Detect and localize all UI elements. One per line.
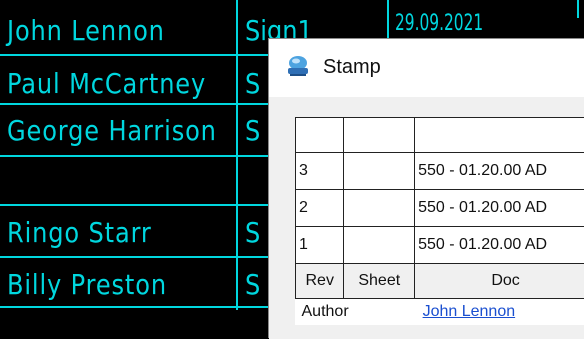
drawing-name-2: Paul McCartney (7, 67, 206, 101)
drawing-sign-2: S (245, 67, 260, 101)
drawing-name-5: Ringo Starr (7, 216, 152, 250)
author-label: Author (296, 299, 415, 326)
doc-header: Doc (415, 264, 584, 299)
doc-cell[interactable]: 550 - 01.20.00 AD (415, 227, 584, 264)
drawing-sign-5: S (245, 216, 260, 250)
rev-cell[interactable]: 3 (296, 153, 344, 190)
drawing-name-6: Billy Preston (7, 268, 167, 302)
doc-cell[interactable]: 550 - 01.20.00 AD (415, 153, 584, 190)
table-row[interactable]: 1 550 - 01.20.00 AD (296, 227, 584, 264)
author-link[interactable]: John Lennon (423, 303, 516, 320)
grid-line (0, 204, 280, 206)
sheet-header: Sheet (344, 264, 415, 299)
sheet-cell[interactable] (344, 153, 415, 190)
author-value[interactable]: John Lennon (415, 299, 584, 326)
drawing-date: 29.09.2021 (395, 9, 483, 39)
dialog-titlebar[interactable]: Stamp (269, 39, 584, 97)
table-row[interactable] (296, 118, 584, 153)
sheet-cell[interactable] (344, 118, 415, 153)
stamp-dialog[interactable]: Stamp 3 550 - 01.20.00 AD 2 550 - 01.20.… (268, 38, 584, 338)
grid-line (0, 256, 280, 258)
drawing-name-3: George Harrison (7, 114, 217, 148)
grid-line (236, 0, 238, 310)
grid-line (0, 103, 280, 105)
rev-header: Rev (296, 264, 344, 299)
grid-line (0, 155, 280, 157)
drawing-name-1: John Lennon (7, 14, 165, 48)
grid-line (0, 54, 280, 56)
drawing-sign-6: S (245, 268, 260, 302)
dialog-content: 3 550 - 01.20.00 AD 2 550 - 01.20.00 AD … (269, 97, 584, 339)
dialog-title: Stamp (323, 56, 381, 79)
revision-table: 3 550 - 01.20.00 AD 2 550 - 01.20.00 AD … (295, 117, 584, 325)
grid-line (0, 306, 280, 308)
table-row[interactable]: 2 550 - 01.20.00 AD (296, 190, 584, 227)
table-row[interactable]: 3 550 - 01.20.00 AD (296, 153, 584, 190)
rev-cell[interactable]: 1 (296, 227, 344, 264)
author-row: Author John Lennon (296, 299, 584, 326)
grid-line (577, 0, 579, 18)
sheet-cell[interactable] (344, 190, 415, 227)
drawing-sign-3: S (245, 114, 260, 148)
stamp-app-icon (286, 55, 310, 77)
rev-cell[interactable] (296, 118, 344, 153)
table-header-row: Rev Sheet Doc (296, 264, 584, 299)
doc-cell[interactable] (415, 118, 584, 153)
grid-line (387, 0, 389, 40)
doc-cell[interactable]: 550 - 01.20.00 AD (415, 190, 584, 227)
rev-cell[interactable]: 2 (296, 190, 344, 227)
sheet-cell[interactable] (344, 227, 415, 264)
